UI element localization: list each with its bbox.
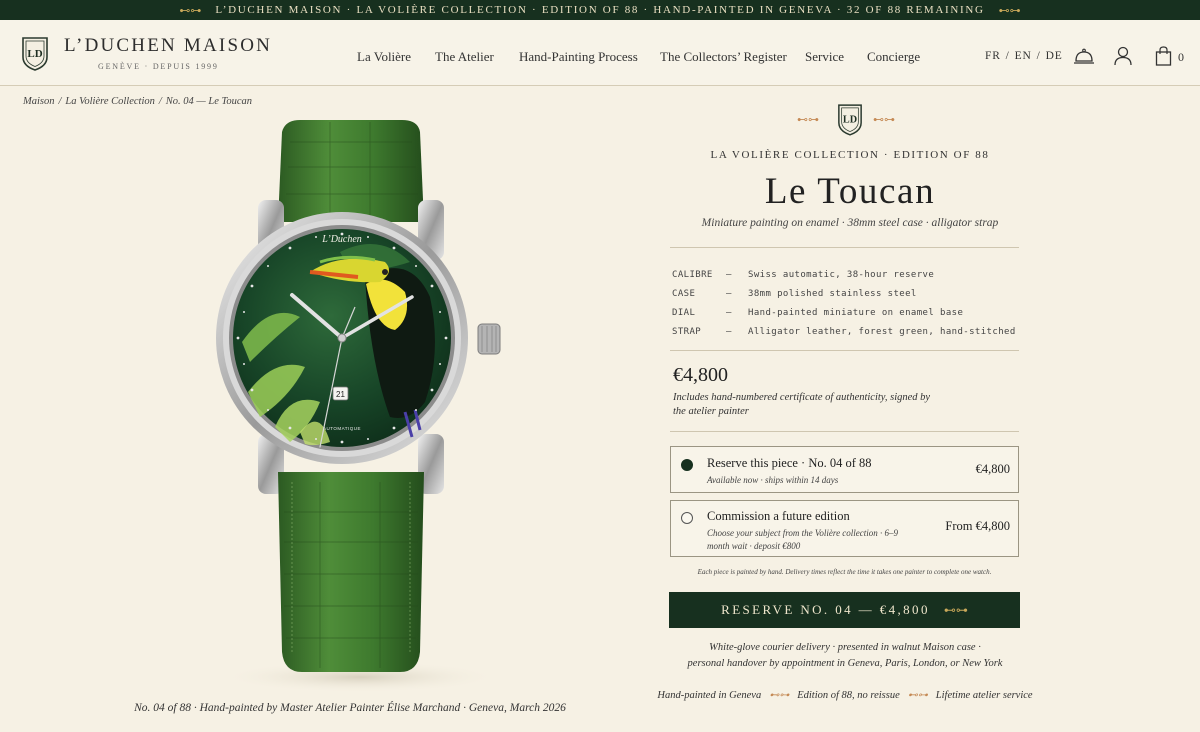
assurance-item: Lifetime atelier service xyxy=(935,690,1033,701)
assurances: Hand-painted in Geneva ⊷⊶ Edition of 88,… xyxy=(640,690,1050,701)
spec-value: Alligator leather, forest green, hand-st… xyxy=(748,326,1016,337)
price-note: Includes hand-numbered certificate of au… xyxy=(673,392,931,417)
collection-label: LA VOLIÈRE COLLECTION · EDITION OF 88 xyxy=(710,149,990,161)
delivery-time-note: Each piece is painted by hand. Delivery … xyxy=(697,568,992,576)
spec-key: DIAL xyxy=(672,307,696,318)
spec-key: CASE xyxy=(672,288,696,299)
nav-service[interactable]: Service xyxy=(805,49,844,65)
divider xyxy=(670,350,1019,351)
reserve-button-label: RESERVE NO. 04 — €4,800 xyxy=(721,602,930,617)
delivery-info: White-glove courier delivery · presented… xyxy=(660,640,1030,672)
reserve-button[interactable]: RESERVE NO. 04 — €4,800 ⊷⊶ xyxy=(669,592,1020,628)
nav-la-voliere[interactable]: La Volière xyxy=(357,49,411,65)
option-description: Available now · ships within 14 days xyxy=(707,475,839,485)
spec-key: CALIBRE xyxy=(672,269,713,280)
shopping-bag-icon[interactable] xyxy=(1155,46,1172,66)
spec-dash: — xyxy=(726,307,732,318)
assurance-item: Edition of 88, no reissue xyxy=(797,690,900,701)
ornament-icon: ⊷⊶ xyxy=(998,4,1021,17)
delivery-line: White-glove courier delivery · presented… xyxy=(709,642,981,653)
lang-fr[interactable]: FR xyxy=(985,50,1001,62)
crest-letters: LD xyxy=(843,115,857,126)
product-title: Le Toucan xyxy=(764,171,936,212)
divider xyxy=(670,247,1019,248)
nav-the-atelier[interactable]: The Atelier xyxy=(435,49,494,65)
assurance-item: Hand-painted in Geneva xyxy=(657,690,762,701)
breadcrumb-maison[interactable]: Maison xyxy=(23,96,55,107)
account-icon[interactable] xyxy=(1114,46,1132,66)
flourish-icon: ⊷⊶ xyxy=(769,690,790,701)
dial-brand: L’Duchen xyxy=(321,234,362,245)
crest-ornament: ⊷⊶ LD ⊷⊶ xyxy=(797,102,907,136)
date-window: 21 xyxy=(336,390,345,399)
product-image[interactable]: L’Duchen AUTOMATIQUE 21 xyxy=(180,112,540,697)
breadcrumb-collection[interactable]: La Volière Collection xyxy=(65,96,154,107)
lang-en[interactable]: EN xyxy=(1015,50,1032,62)
cart-count: 0 xyxy=(1178,50,1184,64)
option-reserve-piece[interactable]: Reserve this piece · No. 04 of 88 Availa… xyxy=(670,446,1019,493)
product-price: €4,800 xyxy=(673,364,728,386)
option-description: Choose your subject from the Volière col… xyxy=(707,528,899,551)
spec-value: Swiss automatic, 38-hour reserve xyxy=(748,269,935,280)
radio-unselected-icon[interactable] xyxy=(681,512,693,524)
svg-text:LD: LD xyxy=(27,48,42,60)
delivery-line: personal handover by appointment in Gene… xyxy=(687,658,1003,669)
lang-separator: / xyxy=(1036,50,1041,62)
product-subtitle: Miniature painting on enamel · 38mm stee… xyxy=(701,217,999,229)
spec-key: STRAP xyxy=(672,326,702,337)
flourish-right-icon: ⊷⊶ xyxy=(873,114,895,126)
spec-row-strap: STRAP — Alligator leather, forest green,… xyxy=(672,322,1016,341)
flourish-icon: ⊷⊶ xyxy=(943,602,968,617)
brand-subtitle: GENÈVE · DEPUIS 1999 xyxy=(98,62,219,71)
banner-text: L’DUCHEN MAISON · LA VOLIÈRE COLLECTION … xyxy=(215,4,985,16)
option-price: €4,800 xyxy=(975,462,1010,476)
divider xyxy=(670,431,1019,432)
option-label: Commission a future edition xyxy=(707,509,850,523)
spec-row-dial: DIAL — Hand-painted miniature on enamel … xyxy=(672,303,1016,322)
lang-de[interactable]: DE xyxy=(1046,50,1063,62)
spec-dash: — xyxy=(726,326,732,337)
ornament-icon: ⊷⊶ xyxy=(179,4,202,17)
lang-separator: / xyxy=(1005,50,1010,62)
option-label: Reserve this piece · No. 04 of 88 xyxy=(707,456,872,470)
concierge-bell-icon[interactable] xyxy=(1073,46,1095,66)
crest-small-icon: LD xyxy=(838,104,862,136)
nav-hand-painting-process[interactable]: Hand-Painting Process xyxy=(519,49,638,65)
nav-collectors-register[interactable]: The Collectors’ Register xyxy=(660,49,787,65)
brand-name[interactable]: L’DUCHEN MAISON xyxy=(64,35,272,57)
spec-list: CALIBRE — Swiss automatic, 38-hour reser… xyxy=(672,265,1016,341)
flourish-icon: ⊷⊶ xyxy=(907,690,928,701)
spec-value: 38mm polished stainless steel xyxy=(748,288,917,299)
spec-row-case: CASE — 38mm polished stainless steel xyxy=(672,284,1016,303)
site-header: LD L’DUCHEN MAISON GENÈVE · DEPUIS 1999 … xyxy=(0,20,1200,86)
announcement-banner: ⊷⊶ L’DUCHEN MAISON · LA VOLIÈRE COLLECTI… xyxy=(0,0,1200,20)
radio-selected-icon[interactable] xyxy=(681,459,693,471)
flourish-left-icon: ⊷⊶ xyxy=(797,114,819,126)
crest-logo-icon[interactable]: LD xyxy=(21,35,49,71)
piece-caption: No. 04 of 88 · Hand-painted by Master At… xyxy=(134,702,566,714)
dial-bottom-text: AUTOMATIQUE xyxy=(323,426,361,431)
option-price: From €4,800 xyxy=(945,519,1010,533)
breadcrumb-separator: / xyxy=(58,96,62,107)
spec-dash: — xyxy=(726,269,732,280)
spec-dash: — xyxy=(726,288,732,299)
spec-row-calibre: CALIBRE — Swiss automatic, 38-hour reser… xyxy=(672,265,1016,284)
nav-concierge[interactable]: Concierge xyxy=(867,49,920,65)
language-switcher: FR / EN / DE xyxy=(985,50,1063,62)
spec-value: Hand-painted miniature on enamel base xyxy=(748,307,964,318)
option-commission-edition[interactable]: Commission a future edition Choose your … xyxy=(670,500,1019,557)
breadcrumb-current: No. 04 — Le Toucan xyxy=(165,96,253,107)
watch-illustration: L’Duchen AUTOMATIQUE 21 xyxy=(216,120,501,693)
breadcrumb: Maison / La Volière Collection / No. 04 … xyxy=(23,96,252,107)
breadcrumb-separator: / xyxy=(158,96,162,107)
